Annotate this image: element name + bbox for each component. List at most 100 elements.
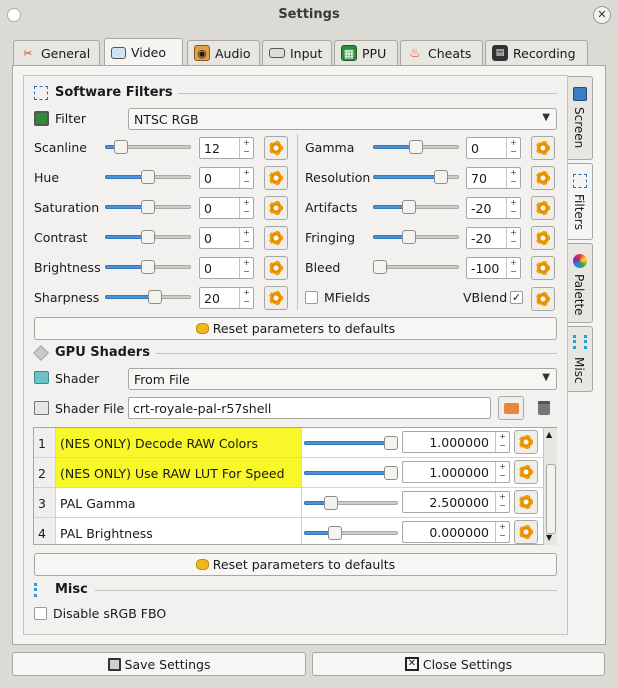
close-settings-button[interactable]: ✕ Close Settings: [312, 652, 605, 676]
spin-arrows-icon[interactable]: + −: [495, 462, 509, 482]
vblend-checkbox[interactable]: ✓: [510, 291, 523, 304]
reset-shader-parameters-button[interactable]: Reset parameters to defaults: [34, 553, 557, 576]
tab-recording[interactable]: ▤ Recording: [485, 40, 588, 65]
bleed-spinbox[interactable]: -100 + −: [466, 257, 521, 279]
saturation-slider[interactable]: [105, 199, 191, 215]
scroll-up-icon[interactable]: ▲: [546, 430, 552, 439]
spin-arrows-icon[interactable]: + −: [495, 432, 509, 452]
resolution-reset-button[interactable]: [531, 166, 555, 190]
bleed-slider[interactable]: [373, 259, 459, 275]
artifacts-reset-button[interactable]: [531, 196, 555, 220]
disable-srgb-fbo-checkbox[interactable]: [34, 607, 47, 620]
scanline-reset-button[interactable]: [264, 136, 288, 160]
slider-handle[interactable]: [409, 140, 423, 154]
spin-arrows-icon[interactable]: + −: [495, 492, 509, 512]
spin-arrows-icon[interactable]: + −: [495, 522, 509, 542]
side-tab-palette[interactable]: Palette: [568, 243, 593, 323]
scanline-spinbox[interactable]: 12 + −: [199, 137, 254, 159]
parameter-reset-button[interactable]: [514, 490, 538, 514]
side-tab-filters[interactable]: Filters: [568, 163, 593, 240]
hue-reset-button[interactable]: [264, 166, 288, 190]
slider-handle[interactable]: [141, 260, 155, 274]
scrollbar-thumb[interactable]: [546, 464, 556, 534]
slider-handle[interactable]: [402, 230, 416, 244]
gamma-slider[interactable]: [373, 139, 459, 155]
tab-audio[interactable]: ◉ Audio: [187, 40, 260, 65]
tab-ppu[interactable]: ▦ PPU: [334, 40, 398, 65]
brightness-spinbox[interactable]: 0 + −: [199, 257, 254, 279]
side-tab-misc[interactable]: Misc: [568, 326, 593, 392]
spin-arrows-icon[interactable]: + −: [506, 228, 520, 248]
slider-handle[interactable]: [141, 200, 155, 214]
slider-handle[interactable]: [324, 496, 338, 510]
delete-shader-button[interactable]: [532, 396, 556, 420]
slider-handle[interactable]: [373, 260, 387, 274]
table-scrollbar[interactable]: ▲ ▼: [543, 428, 557, 545]
saturation-reset-button[interactable]: [264, 196, 288, 220]
slider-handle[interactable]: [402, 200, 416, 214]
saturation-spinbox[interactable]: 0 + −: [199, 197, 254, 219]
gamma-reset-button[interactable]: [531, 136, 555, 160]
contrast-reset-button[interactable]: [264, 226, 288, 250]
resolution-spinbox[interactable]: 70 + −: [466, 167, 521, 189]
spin-arrows-icon[interactable]: + −: [506, 198, 520, 218]
tab-input[interactable]: Input: [262, 40, 332, 65]
slider-handle[interactable]: [384, 436, 398, 450]
parameter-reset-button[interactable]: [514, 460, 538, 484]
tab-general[interactable]: ✂ General: [13, 40, 100, 65]
sharpness-slider[interactable]: [105, 289, 191, 305]
parameter-spinbox[interactable]: 0.000000 + −: [402, 521, 510, 543]
artifacts-slider[interactable]: [373, 199, 459, 215]
gamma-spinbox[interactable]: 0 + −: [466, 137, 521, 159]
parameter-reset-button[interactable]: [514, 520, 538, 544]
slider-handle[interactable]: [384, 466, 398, 480]
parameter-slider[interactable]: [304, 495, 398, 511]
table-row[interactable]: 3 PAL Gamma 2.500000 + −: [34, 488, 544, 518]
slider-handle[interactable]: [141, 170, 155, 184]
tab-cheats[interactable]: ♨ Cheats: [400, 40, 483, 65]
spin-arrows-icon[interactable]: + −: [239, 288, 253, 308]
bleed-reset-button[interactable]: [531, 256, 555, 280]
fringing-spinbox[interactable]: -20 + −: [466, 227, 521, 249]
slider-handle[interactable]: [328, 526, 342, 540]
spin-arrows-icon[interactable]: + −: [239, 168, 253, 188]
brightness-reset-button[interactable]: [264, 256, 288, 280]
artifacts-spinbox[interactable]: -20 + −: [466, 197, 521, 219]
parameter-spinbox[interactable]: 1.000000 + −: [402, 431, 510, 453]
slider-handle[interactable]: [114, 140, 128, 154]
spin-arrows-icon[interactable]: + −: [239, 138, 253, 158]
contrast-spinbox[interactable]: 0 + −: [199, 227, 254, 249]
scanline-slider[interactable]: [105, 139, 191, 155]
scroll-down-icon[interactable]: ▼: [546, 533, 552, 542]
sharpness-reset-button[interactable]: [264, 286, 288, 310]
slider-handle[interactable]: [434, 170, 448, 184]
parameter-slider[interactable]: [304, 435, 398, 451]
spin-arrows-icon[interactable]: + −: [506, 138, 520, 158]
hue-spinbox[interactable]: 0 + −: [199, 167, 254, 189]
table-row[interactable]: 4 PAL Brightness 0.000000 + −: [34, 518, 544, 544]
parameter-spinbox[interactable]: 1.000000 + −: [402, 461, 510, 483]
parameter-slider[interactable]: [304, 465, 398, 481]
tab-video[interactable]: Video: [104, 38, 183, 66]
sharpness-spinbox[interactable]: 20 + −: [199, 287, 254, 309]
contrast-slider[interactable]: [105, 229, 191, 245]
load-shader-button[interactable]: [498, 396, 524, 420]
parameter-spinbox[interactable]: 2.500000 + −: [402, 491, 510, 513]
shader-select[interactable]: From File ▼: [128, 368, 557, 390]
slider-handle[interactable]: [148, 290, 162, 304]
resolution-slider[interactable]: [373, 169, 459, 185]
vblend-reset-button[interactable]: [531, 287, 555, 311]
filter-select[interactable]: NTSC RGB ▼: [128, 108, 557, 130]
spin-arrows-icon[interactable]: + −: [506, 168, 520, 188]
table-row[interactable]: 2 (NES ONLY) Use RAW LUT For Speed 1.00000…: [34, 458, 544, 488]
table-row[interactable]: 1 (NES ONLY) Decode RAW Colors 1.000000 + −: [34, 428, 544, 458]
side-tab-screen[interactable]: Screen: [568, 76, 593, 160]
slider-handle[interactable]: [141, 230, 155, 244]
parameter-slider[interactable]: [304, 525, 398, 541]
window-close-button[interactable]: ✕: [593, 6, 611, 24]
brightness-slider[interactable]: [105, 259, 191, 275]
save-settings-button[interactable]: Save Settings: [12, 652, 306, 676]
spin-arrows-icon[interactable]: + −: [239, 258, 253, 278]
mfields-checkbox[interactable]: [305, 291, 318, 304]
fringing-reset-button[interactable]: [531, 226, 555, 250]
